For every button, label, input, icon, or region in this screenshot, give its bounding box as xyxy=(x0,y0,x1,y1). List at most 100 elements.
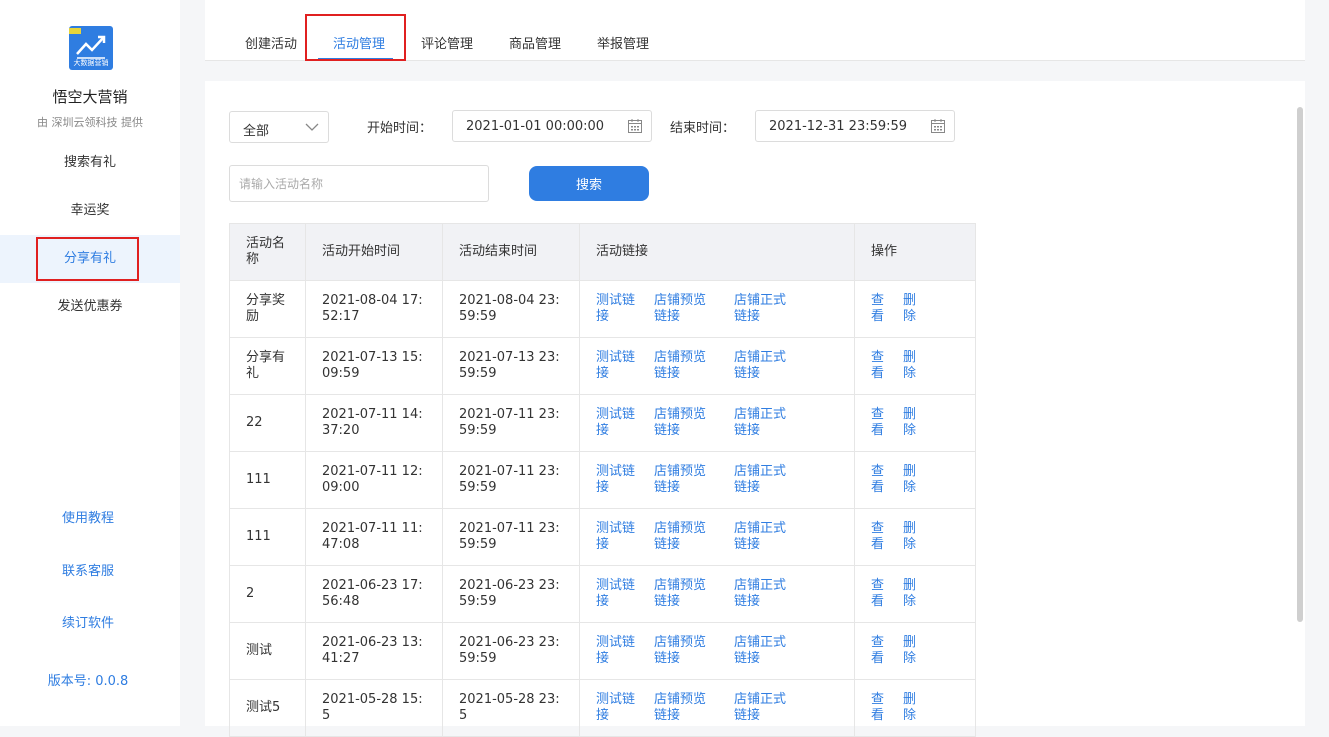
tab-report-management[interactable]: 举报管理 xyxy=(597,33,649,52)
search-button[interactable]: 搜索 xyxy=(529,166,649,201)
test-link[interactable]: 测试链接 xyxy=(596,293,640,325)
cell-activity-name: 测试5 xyxy=(229,679,306,737)
shop-live-link[interactable]: 店铺正式链接 xyxy=(734,635,792,667)
delete-button[interactable]: 删除 xyxy=(903,407,917,439)
shop-live-link[interactable]: 店铺正式链接 xyxy=(734,293,792,325)
cell-start-time: 2021-07-11 12:09:00 xyxy=(305,451,443,509)
tab-create-activity[interactable]: 创建活动 xyxy=(245,33,297,52)
delete-button[interactable]: 删除 xyxy=(903,578,917,610)
support-link[interactable]: 联系客服 xyxy=(0,560,176,579)
shop-preview-link[interactable]: 店铺预览链接 xyxy=(654,635,712,667)
tab-product-management[interactable]: 商品管理 xyxy=(509,33,561,52)
cell-end-time: 2021-07-11 23:59:59 xyxy=(442,394,580,452)
start-time-label: 开始时间： xyxy=(367,121,433,136)
start-time-field[interactable]: 2021-01-01 00:00:00 xyxy=(452,110,652,142)
shop-live-link[interactable]: 店铺正式链接 xyxy=(734,407,792,439)
tab-comment-management[interactable]: 评论管理 xyxy=(421,33,473,52)
cell-activity-name: 111 xyxy=(229,451,306,509)
cell-links: 测试链接店铺预览链接店铺正式链接 xyxy=(579,394,855,452)
cell-activity-name: 测试 xyxy=(229,622,306,680)
shop-preview-link[interactable]: 店铺预览链接 xyxy=(654,407,712,439)
sidebar-item-share-gift[interactable]: 分享有礼 xyxy=(0,235,180,283)
table-row: 22 2021-07-11 14:37:20 2021-07-11 23:59:59… xyxy=(229,394,976,452)
delete-button[interactable]: 删除 xyxy=(903,293,917,325)
delete-button[interactable]: 删除 xyxy=(903,521,917,553)
column-header-actions: 操作 xyxy=(854,223,976,281)
test-link[interactable]: 测试链接 xyxy=(596,521,640,553)
shop-preview-link[interactable]: 店铺预览链接 xyxy=(654,350,712,382)
test-link[interactable]: 测试链接 xyxy=(596,578,640,610)
delete-button[interactable]: 删除 xyxy=(903,350,917,382)
renew-link[interactable]: 续订软件 xyxy=(0,612,176,631)
logo-caption: 大数据营销 xyxy=(73,59,109,67)
view-button[interactable]: 查看 xyxy=(871,578,885,610)
activity-name-input[interactable] xyxy=(230,166,488,201)
shop-live-link[interactable]: 店铺正式链接 xyxy=(734,464,792,496)
app-logo: 大数据营销 xyxy=(69,26,113,70)
highlight-box xyxy=(36,237,139,281)
vertical-scrollbar[interactable] xyxy=(1297,107,1303,622)
cell-end-time: 2021-05-28 23:5 xyxy=(442,679,580,737)
sidebar-item-label: 幸运奖 xyxy=(70,203,110,218)
column-header-name: 活动名称 xyxy=(229,223,306,281)
table-row: 分享奖励 2021-08-04 17:52:17 2021-08-04 23:59:… xyxy=(229,280,976,338)
sidebar-item-search-gift[interactable]: 搜索有礼 xyxy=(0,139,180,187)
cell-activity-name: 分享有礼 xyxy=(229,337,306,395)
shop-preview-link[interactable]: 店铺预览链接 xyxy=(654,578,712,610)
cell-end-time: 2021-07-11 23:59:59 xyxy=(442,451,580,509)
cell-links: 测试链接店铺预览链接店铺正式链接 xyxy=(579,280,855,338)
delete-button[interactable]: 删除 xyxy=(903,464,917,496)
status-select[interactable]: 全部 xyxy=(229,111,329,143)
version-label: 版本号: 0.0.8 xyxy=(47,674,129,689)
cell-actions: 查看删除 xyxy=(854,679,976,737)
activity-table: 活动名称 活动开始时间 活动结束时间 活动链接 操作 分享奖励 2021-08-0… xyxy=(229,223,976,737)
cell-start-time: 2021-07-11 11:47:08 xyxy=(305,508,443,566)
test-link[interactable]: 测试链接 xyxy=(596,464,640,496)
cell-start-time: 2021-06-23 17:56:48 xyxy=(305,565,443,623)
view-button[interactable]: 查看 xyxy=(871,407,885,439)
sidebar-item-lucky-prize[interactable]: 幸运奖 xyxy=(0,187,180,235)
end-time-label: 结束时间： xyxy=(670,121,736,136)
cell-links: 测试链接店铺预览链接店铺正式链接 xyxy=(579,337,855,395)
view-button[interactable]: 查看 xyxy=(871,350,885,382)
view-button[interactable]: 查看 xyxy=(871,293,885,325)
end-time-field[interactable]: 2021-12-31 23:59:59 xyxy=(755,110,955,142)
cell-end-time: 2021-07-13 23:59:59 xyxy=(442,337,580,395)
cell-activity-name: 2 xyxy=(229,565,306,623)
shop-preview-link[interactable]: 店铺预览链接 xyxy=(654,692,712,724)
cell-start-time: 2021-07-13 15:09:59 xyxy=(305,337,443,395)
view-button[interactable]: 查看 xyxy=(871,692,885,724)
shop-preview-link[interactable]: 店铺预览链接 xyxy=(654,464,712,496)
delete-button[interactable]: 删除 xyxy=(903,635,917,667)
shop-preview-link[interactable]: 店铺预览链接 xyxy=(654,293,712,325)
sidebar-item-send-coupon[interactable]: 发送优惠券 xyxy=(0,283,180,331)
cell-links: 测试链接店铺预览链接店铺正式链接 xyxy=(579,451,855,509)
shop-preview-link[interactable]: 店铺预览链接 xyxy=(654,521,712,553)
column-header-end: 活动结束时间 xyxy=(442,223,580,281)
view-button[interactable]: 查看 xyxy=(871,464,885,496)
end-time-value: 2021-12-31 23:59:59 xyxy=(769,119,908,134)
test-link[interactable]: 测试链接 xyxy=(596,350,640,382)
delete-button[interactable]: 删除 xyxy=(903,692,917,724)
shop-live-link[interactable]: 店铺正式链接 xyxy=(734,350,792,382)
test-link[interactable]: 测试链接 xyxy=(596,407,640,439)
shop-live-link[interactable]: 店铺正式链接 xyxy=(734,521,792,553)
cell-actions: 查看删除 xyxy=(854,565,976,623)
cell-links: 测试链接店铺预览链接店铺正式链接 xyxy=(579,679,855,737)
cell-actions: 查看删除 xyxy=(854,394,976,452)
cell-activity-name: 111 xyxy=(229,508,306,566)
shop-live-link[interactable]: 店铺正式链接 xyxy=(734,692,792,724)
table-row: 2 2021-06-23 17:56:48 2021-06-23 23:59:59 测… xyxy=(229,565,976,623)
test-link[interactable]: 测试链接 xyxy=(596,692,640,724)
app-name: 悟空大营销 xyxy=(52,88,128,106)
tutorial-link[interactable]: 使用教程 xyxy=(0,507,176,526)
activity-name-input-wrap xyxy=(229,165,489,202)
cell-end-time: 2021-06-23 23:59:59 xyxy=(442,622,580,680)
shop-live-link[interactable]: 店铺正式链接 xyxy=(734,578,792,610)
view-button[interactable]: 查看 xyxy=(871,635,885,667)
test-link[interactable]: 测试链接 xyxy=(596,635,640,667)
cell-actions: 查看删除 xyxy=(854,337,976,395)
view-button[interactable]: 查看 xyxy=(871,521,885,553)
sidebar-item-label: 搜索有礼 xyxy=(63,155,116,170)
cell-start-time: 2021-08-04 17:52:17 xyxy=(305,280,443,338)
